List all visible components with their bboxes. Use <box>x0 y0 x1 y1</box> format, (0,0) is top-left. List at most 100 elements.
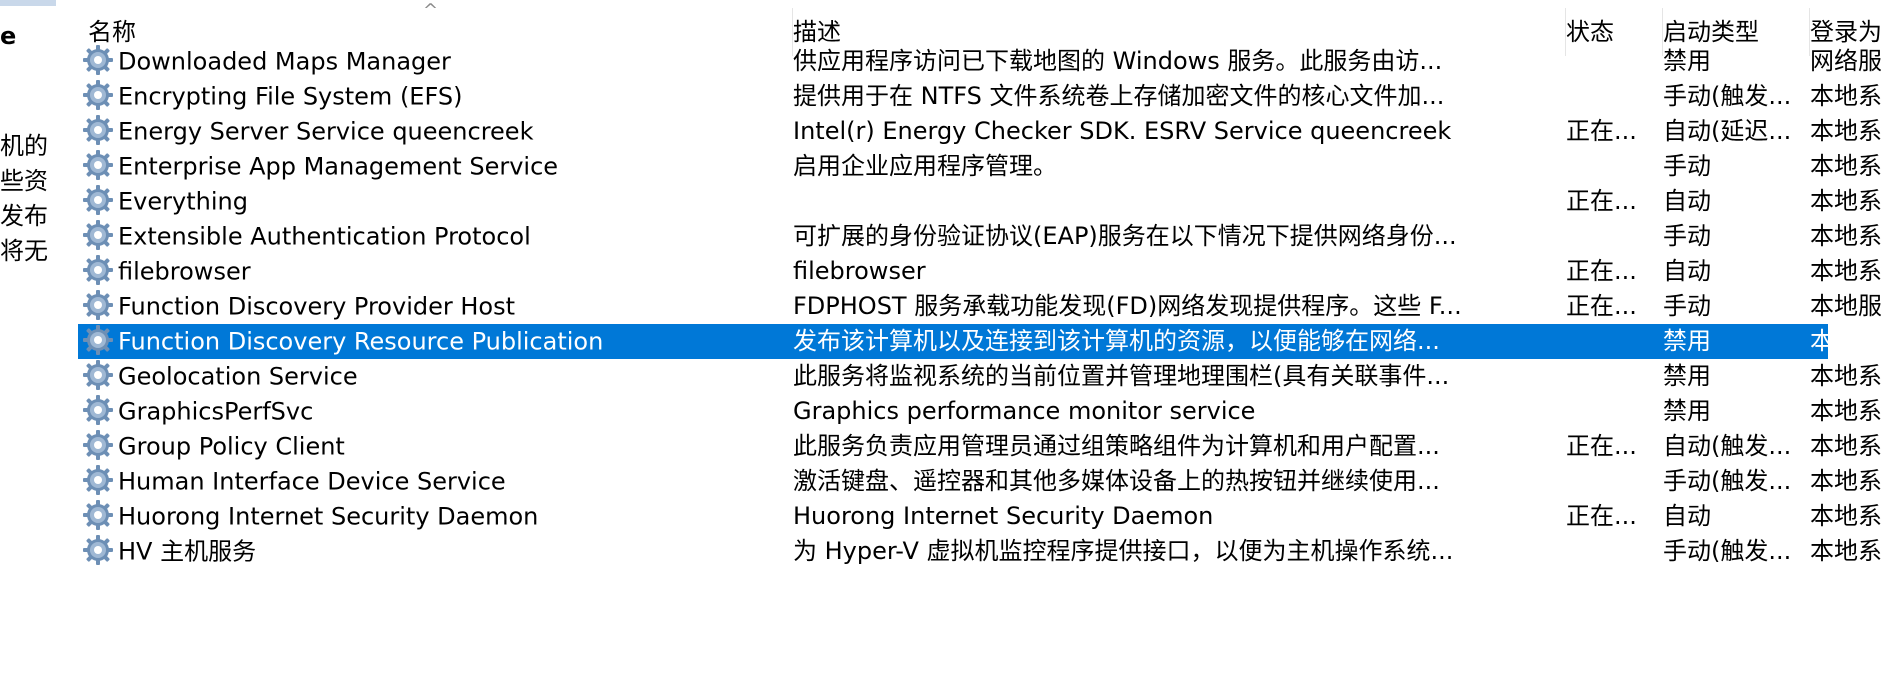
service-name: filebrowser <box>118 257 251 286</box>
service-row[interactable]: Huorong Internet Security Daemon Huorong … <box>78 499 1881 534</box>
service-status: 正在... <box>1566 502 1637 530</box>
service-row[interactable]: Human Interface Device Service 激活键盘、遥控器和其… <box>78 464 1881 499</box>
service-row[interactable]: Energy Server Service queencreek Intel(r)… <box>78 114 1881 149</box>
service-row[interactable]: GraphicsPerfSvc Graphics performance moni… <box>78 394 1881 429</box>
service-gear-icon <box>82 359 114 391</box>
service-logon-as: 本地服务 <box>1810 327 1881 355</box>
service-startup-type: 自动 <box>1663 257 1711 285</box>
service-status: 正在... <box>1566 292 1637 320</box>
service-row[interactable]: Downloaded Maps Manager 供应用程序访问已下载地图的 Win… <box>78 44 1881 79</box>
service-name-cell: Downloaded Maps Manager <box>78 44 778 79</box>
service-status <box>1566 464 1662 499</box>
service-gear-icon <box>82 394 114 426</box>
service-description: Huorong Internet Security Daemon <box>793 502 1214 530</box>
service-name-cell: GraphicsPerfSvc <box>78 394 778 429</box>
service-description: Graphics performance monitor service <box>793 397 1256 425</box>
service-status <box>1566 394 1662 429</box>
service-gear-icon <box>82 289 114 321</box>
service-startup-type: 手动 <box>1663 152 1711 180</box>
service-startup-type: 禁用 <box>1663 362 1711 390</box>
service-logon-as: 网络服务 <box>1810 47 1881 75</box>
service-row[interactable]: filebrowser filebrowser 正在... 自动 本地系统 <box>78 254 1881 289</box>
service-name: Encrypting File System (EFS) <box>118 82 463 111</box>
service-name-cell: Everything <box>78 184 778 219</box>
service-row[interactable]: Geolocation Service 此服务将监视系统的当前位置并管理地理围栏(… <box>78 359 1881 394</box>
service-startup-type: 手动(触发... <box>1663 82 1792 110</box>
service-description: Intel(r) Energy Checker SDK. ESRV Servic… <box>793 117 1452 145</box>
service-startup-type: 手动 <box>1663 222 1711 250</box>
service-startup-type: 手动 <box>1663 292 1711 320</box>
service-description: 发布该计算机以及连接到该计算机的资源，以便能够在网络... <box>793 327 1440 355</box>
service-gear-icon <box>82 184 114 216</box>
service-gear-icon <box>82 44 114 76</box>
service-name: Energy Server Service queencreek <box>118 117 534 146</box>
service-row[interactable]: HV 主机服务 为 Hyper-V 虚拟机监控程序提供接口，以便为主机操作系统..… <box>78 534 1881 569</box>
service-row[interactable]: Encrypting File System (EFS) 提供用于在 NTFS 文… <box>78 79 1881 114</box>
service-name: HV 主机服务 <box>118 537 257 566</box>
service-gear-icon <box>82 254 114 286</box>
service-description: 为 Hyper-V 虚拟机监控程序提供接口，以便为主机操作系统... <box>793 537 1454 565</box>
service-name: Enterprise App Management Service <box>118 152 559 181</box>
service-row[interactable]: Everything 正在... 自动 本地系统 <box>78 184 1881 219</box>
column-header-status-label: 状态 <box>1566 18 1614 46</box>
service-status <box>1566 324 1662 359</box>
column-header-name-label: 名称 <box>88 18 136 46</box>
service-description: 启用企业应用程序管理。 <box>793 152 1057 180</box>
column-header-description-label: 描述 <box>793 18 841 46</box>
service-name: Function Discovery Provider Host <box>118 292 515 321</box>
pane-tab-accent <box>0 0 56 6</box>
service-startup-type: 手动(触发... <box>1663 537 1792 565</box>
service-name-cell: Huorong Internet Security Daemon <box>78 499 778 534</box>
service-gear-icon <box>82 114 114 146</box>
service-status <box>1566 79 1662 114</box>
service-logon-as: 本地系统 <box>1810 467 1881 495</box>
service-status: 正在... <box>1566 187 1637 215</box>
service-name: Geolocation Service <box>118 362 358 391</box>
service-logon-as: 本地系统 <box>1810 222 1881 250</box>
service-status <box>1566 219 1662 254</box>
service-logon-as: 本地系统 <box>1810 257 1881 285</box>
service-description: 供应用程序访问已下载地图的 Windows 服务。此服务由访... <box>793 47 1443 75</box>
sort-ascending-icon: ^ <box>423 0 439 21</box>
service-row[interactable]: Enterprise App Management Service 启用企业应用程… <box>78 149 1881 184</box>
description-text-line: 将无 <box>0 237 48 265</box>
column-header-logon-as-label: 登录为 <box>1810 18 1881 46</box>
service-logon-as: 本地系统 <box>1810 117 1881 145</box>
service-name-cell: Function Discovery Provider Host <box>78 289 778 324</box>
service-status: 正在... <box>1566 257 1637 285</box>
service-logon-as: 本地系统 <box>1810 537 1881 565</box>
service-startup-type: 自动(触发... <box>1663 432 1792 460</box>
service-name: Extensible Authentication Protocol <box>118 222 531 251</box>
column-header-startup-type-label: 启动类型 <box>1663 18 1759 46</box>
service-description: FDPHOST 服务承载功能发现(FD)网络发现提供程序。这些 F... <box>793 292 1462 320</box>
service-status <box>1566 149 1662 184</box>
services-window: e 机的 些资 发布 将无 名称 ^ 描述 状态 启动类型 登录为 Downlo… <box>0 0 1881 673</box>
service-status <box>1566 44 1662 79</box>
service-gear-icon <box>82 464 114 496</box>
service-name: GraphicsPerfSvc <box>118 397 314 426</box>
service-startup-type: 手动(触发... <box>1663 467 1792 495</box>
service-name: Huorong Internet Security Daemon <box>118 502 539 531</box>
service-gear-icon <box>82 534 114 566</box>
service-name: Human Interface Device Service <box>118 467 506 496</box>
service-startup-type: 禁用 <box>1663 327 1711 355</box>
service-startup-type: 禁用 <box>1663 47 1711 75</box>
service-name-cell: Energy Server Service queencreek <box>78 114 778 149</box>
service-startup-type: 自动(延迟... <box>1663 117 1792 145</box>
service-row[interactable]: Function Discovery Provider Host FDPHOST … <box>78 289 1881 324</box>
service-gear-icon <box>82 79 114 111</box>
service-status: 正在... <box>1566 117 1637 145</box>
service-gear-icon <box>82 149 114 181</box>
service-logon-as: 本地系统 <box>1810 82 1881 110</box>
service-description: 提供用于在 NTFS 文件系统卷上存储加密文件的核心文件加... <box>793 82 1445 110</box>
service-name-cell: filebrowser <box>78 254 778 289</box>
service-row[interactable]: Group Policy Client 此服务负责应用管理员通过组策略组件为计算机… <box>78 429 1881 464</box>
service-name-cell: Function Discovery Resource Publication <box>78 324 778 359</box>
service-status <box>1566 359 1662 394</box>
service-row[interactable]: Extensible Authentication Protocol 可扩展的身份… <box>78 219 1881 254</box>
description-pane: e 机的 些资 发布 将无 <box>0 0 60 673</box>
service-gear-icon <box>82 499 114 531</box>
service-name: Group Policy Client <box>118 432 345 461</box>
services-list: 名称 ^ 描述 状态 启动类型 登录为 Downloaded Maps Mana… <box>78 0 1881 673</box>
service-row[interactable]: Function Discovery Resource Publication 发… <box>78 324 1881 359</box>
